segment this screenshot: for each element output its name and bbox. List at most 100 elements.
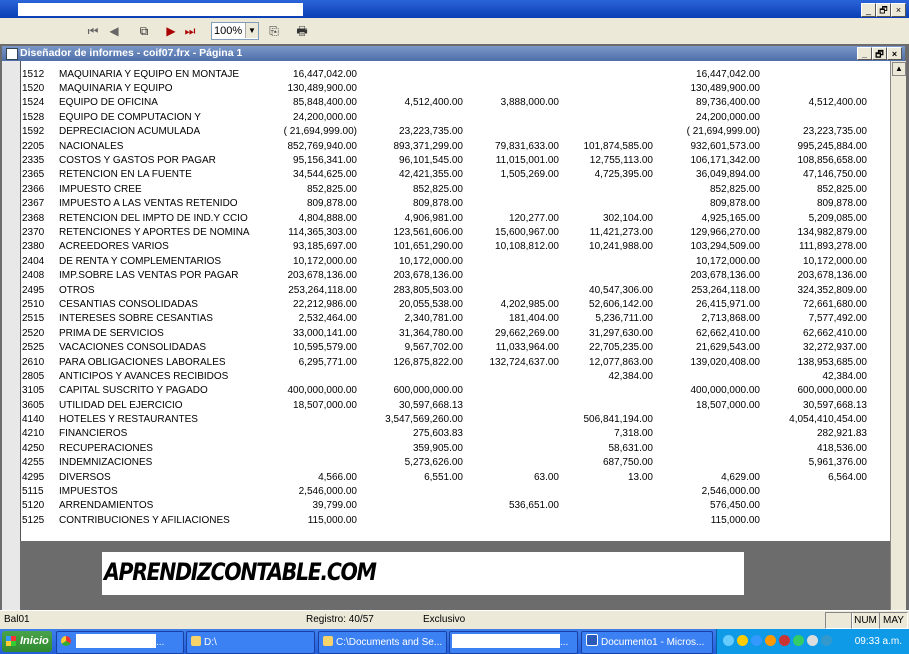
table-cell-c2: 4,512,400.00: [404, 97, 463, 109]
app-minimize-button[interactable]: _: [861, 3, 876, 17]
table-cell-c6: 5,209,085.00: [808, 212, 867, 224]
chrome-icon: [61, 636, 71, 646]
table-cell-c5: [653, 412, 760, 426]
table-cell-c5: 10,172,000.00: [696, 255, 760, 267]
table-row: 2367 IMPUESTO A LAS VENTAS RETENIDO 809,87…: [21, 197, 867, 211]
table-cell-c5: 24,200,000.00: [696, 111, 760, 123]
table-cell-c6: 4,054,410,454.00: [789, 414, 867, 426]
table-cell-c2: 10,172,000.00: [399, 255, 463, 267]
table-cell-name: CONTRIBUCIONES Y AFILIACIONES: [59, 514, 230, 526]
table-cell-c4: 40,547,306.00: [589, 284, 653, 296]
table-cell-c6: 134,982,879.00: [797, 226, 867, 238]
table-cell-c5: 36,049,894.00: [696, 169, 760, 181]
chevron-down-icon[interactable]: ▼: [245, 23, 258, 38]
table-row: 3105 CAPITAL SUSCRITO Y PAGADO 400,000,000…: [21, 384, 867, 398]
table-cell-code: 4140: [22, 414, 45, 426]
tray-app-icon[interactable]: [737, 635, 748, 646]
app-restore-button[interactable]: 🗗: [876, 3, 891, 17]
start-button[interactable]: Inicio: [2, 631, 52, 652]
table-cell-c1: 18,507,000.00: [293, 399, 357, 411]
table-row: 2404 DE RENTA Y COMPLEMENTARIOS 10,172,000…: [21, 254, 867, 268]
goto-page-icon[interactable]: ⧉: [135, 21, 153, 41]
taskbar-item-word[interactable]: Documento1 - Micros...: [581, 631, 713, 654]
taskbar-item-browser[interactable]: ...: [56, 631, 184, 654]
table-cell-name: EQUIPO DE COMPUTACION Y: [59, 111, 201, 123]
table-cell-c1: 852,825.00: [306, 183, 357, 195]
table-row: 2368 RETENCION DEL IMPTO DE IND.Y CCIO 4,8…: [21, 211, 867, 225]
vertical-scrollbar[interactable]: ▲: [890, 61, 906, 610]
table-cell-c4: [559, 268, 653, 282]
table-row: 2805 ANTICIPOS Y AVANCES RECIBIDOS 42,384.…: [21, 369, 867, 383]
folder-icon: [323, 636, 333, 646]
report-close-button[interactable]: ×: [887, 47, 902, 60]
table-cell-c3: 15,600,967.00: [495, 226, 559, 238]
table-cell-c1: 6,295,771.00: [298, 356, 357, 368]
print-icon[interactable]: 🖶: [292, 21, 312, 41]
table-cell-code: 4295: [22, 471, 45, 483]
table-cell-c4: [559, 67, 653, 81]
table-cell-name: RECUPERACIONES: [59, 442, 153, 454]
taskbar-item-app[interactable]: ...: [449, 631, 578, 654]
close-preview-icon[interactable]: ⎘: [265, 21, 283, 41]
report-table: 1512 MAQUINARIA Y EQUIPO EN MONTAJE 16,447…: [21, 67, 867, 528]
taskbar-item-folder-d[interactable]: D:\: [186, 631, 315, 654]
watermark-banner: APRENDIZCONTABLE.COM: [102, 552, 744, 595]
table-cell-c4: 7,318.00: [614, 428, 653, 440]
tray-app-icon[interactable]: [765, 635, 776, 646]
volume-icon[interactable]: [807, 635, 818, 646]
task-label: ...: [560, 637, 569, 648]
table-cell-c6: 23,223,735.00: [803, 126, 867, 138]
table-cell-c3: [463, 110, 559, 124]
table-cell-name: MAQUINARIA Y EQUIPO EN MONTAJE: [59, 68, 240, 80]
table-row: 1512 MAQUINARIA Y EQUIPO EN MONTAJE 16,447…: [21, 67, 867, 81]
app-close-button[interactable]: ×: [891, 3, 906, 17]
table-cell-c4: 10,241,988.00: [589, 241, 653, 253]
network-icon[interactable]: [821, 635, 832, 646]
table-cell-c2: 9,567,702.00: [404, 342, 463, 354]
table-cell-c5: 4,629.00: [721, 471, 760, 483]
table-cell-c6: 108,856,658.00: [797, 155, 867, 167]
report-minimize-button[interactable]: _: [857, 47, 872, 60]
table-cell-name: FINANCIEROS: [59, 428, 128, 440]
next-page-icon[interactable]: ▶: [163, 21, 179, 41]
table-cell-c1: 203,678,136.00: [287, 270, 357, 282]
table-row: 1592 DEPRECIACION ACUMULADA ( 21,694,999.0…: [21, 125, 867, 139]
table-cell-c4: [559, 499, 653, 513]
table-cell-c3: [463, 398, 559, 412]
table-cell-c3: 63.00: [533, 471, 559, 483]
tray-app-icon[interactable]: [779, 635, 790, 646]
tray-app-icon[interactable]: [793, 635, 804, 646]
table-cell-c3: 536,651.00: [508, 500, 559, 512]
table-cell-c6: 6,564.00: [828, 471, 867, 483]
table-cell-code: 2380: [22, 241, 45, 253]
table-cell-c3: [463, 412, 559, 426]
task-label: D:\: [204, 637, 217, 648]
last-page-icon[interactable]: ⏭: [182, 21, 198, 41]
table-cell-c3: 4,202,985.00: [500, 298, 559, 310]
prev-page-icon[interactable]: ◀: [106, 21, 122, 41]
table-cell-c3: 1,505,269.00: [500, 169, 559, 181]
report-restore-button[interactable]: 🗗: [872, 47, 887, 60]
table-row: 2366 IMPUESTO CREE 852,825.00 852,825.00 852…: [21, 182, 867, 196]
table-cell-c5: 253,264,118.00: [691, 284, 760, 296]
table-cell-c5: 106,171,342.00: [690, 155, 760, 167]
table-cell-name: DE RENTA Y COMPLEMENTARIOS: [59, 255, 222, 267]
taskbar-item-folder-documents[interactable]: C:\Documents and Se...: [318, 631, 447, 654]
tray-app-icon[interactable]: [723, 635, 734, 646]
table-cell-c3: [463, 441, 559, 455]
app-title-redacted: [18, 3, 303, 16]
scroll-up-icon[interactable]: ▲: [892, 62, 906, 76]
table-cell-name: COSTOS Y GASTOS POR PAGAR: [59, 155, 216, 167]
table-cell-c3: [463, 427, 559, 441]
table-cell-c4: 13.00: [627, 471, 653, 483]
first-page-icon[interactable]: ⏮: [85, 21, 101, 41]
table-row: 5115 IMPUESTOS 2,546,000.00 2,546,000.00: [21, 484, 867, 498]
table-cell-c5: 115,000.00: [710, 514, 760, 526]
table-cell-c2: 809,878.00: [412, 198, 463, 210]
table-cell-c6: 138,953,685.00: [797, 356, 867, 368]
table-cell-c5: [653, 456, 760, 470]
tray-app-icon[interactable]: [751, 635, 762, 646]
table-cell-c3: [463, 254, 559, 268]
status-mode: Exclusivo: [423, 614, 466, 625]
status-record: Registro: 40/57: [306, 614, 374, 625]
